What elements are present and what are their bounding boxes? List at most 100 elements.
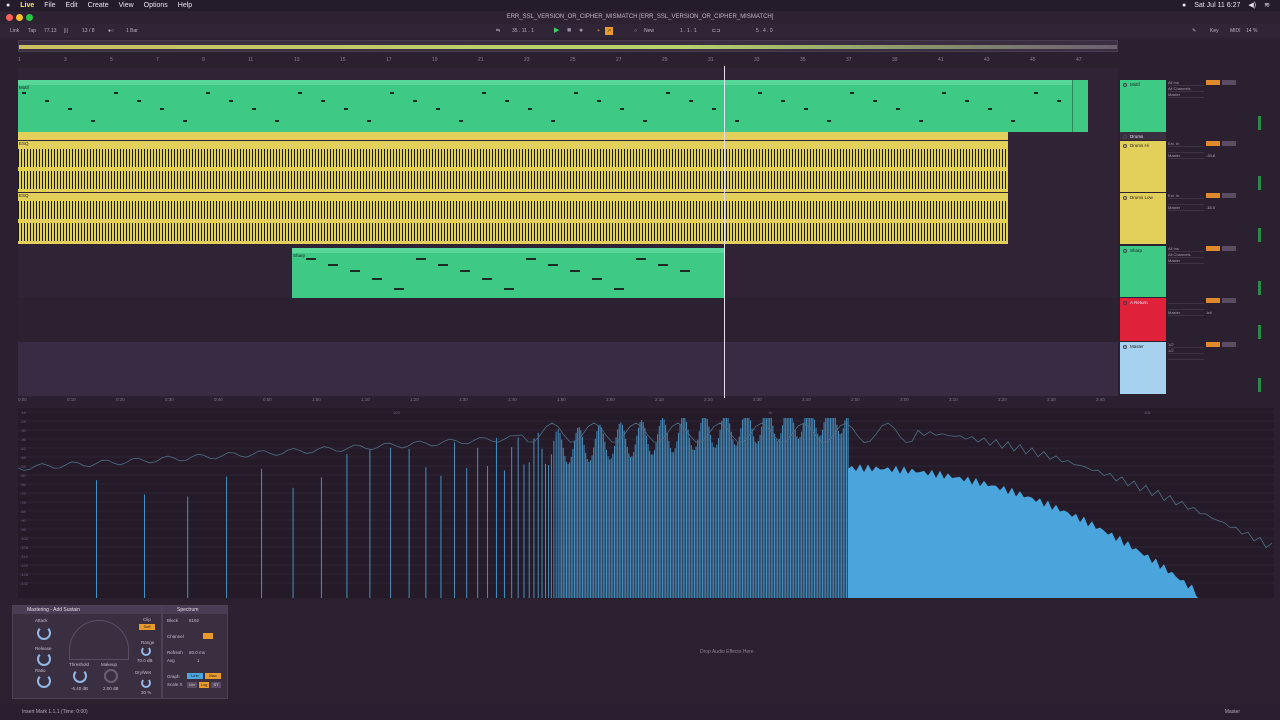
- track-name[interactable]: Master: [1130, 344, 1144, 349]
- zoom-window-icon[interactable]: [26, 14, 33, 21]
- range-knob[interactable]: [141, 646, 151, 656]
- track-name[interactable]: Drums: [1130, 134, 1143, 139]
- playhead[interactable]: [724, 66, 725, 398]
- loop-length-field[interactable]: 5 . 4 . 0: [756, 24, 773, 38]
- new-clip-icon[interactable]: ○: [634, 24, 637, 38]
- track-io-section[interactable]: All Ins All Channels Master: [1168, 246, 1204, 264]
- track-mixer-section[interactable]: [1206, 80, 1262, 86]
- avg-value[interactable]: 1: [197, 658, 200, 663]
- solo-button[interactable]: [1222, 298, 1236, 303]
- time-signature-field[interactable]: 13 / 8: [82, 24, 95, 38]
- overdub-button[interactable]: +: [597, 24, 600, 38]
- io-chooser[interactable]: Master: [1168, 92, 1204, 98]
- track-name[interactable]: A Return: [1130, 300, 1148, 305]
- track-mixer-section[interactable]: -15.0: [1206, 193, 1262, 210]
- tempo-field[interactable]: 77.13: [44, 24, 57, 38]
- track-mixer-section[interactable]: [1206, 246, 1262, 252]
- drop-effects-hint[interactable]: Drop Audio Effects Here: [700, 649, 754, 655]
- apple-icon[interactable]: ●: [6, 0, 10, 11]
- menu-view[interactable]: View: [119, 0, 134, 11]
- track-io-section[interactable]: Master: [1168, 298, 1204, 316]
- track-volume[interactable]: -15.0: [1206, 205, 1262, 210]
- clip-motif[interactable]: Motif: [18, 80, 1088, 132]
- graph-max-toggle[interactable]: Max: [205, 673, 221, 679]
- track-activator-icon[interactable]: [1123, 301, 1127, 305]
- new-button[interactable]: New: [644, 24, 654, 38]
- block-value[interactable]: 8192: [189, 618, 199, 623]
- io-chooser[interactable]: [1168, 354, 1204, 360]
- track-activator-icon[interactable]: [1123, 144, 1127, 148]
- track-header-drums-low[interactable]: Drums Low: [1120, 193, 1166, 244]
- channel-toggle[interactable]: [203, 633, 213, 639]
- clip-drums-low[interactable]: ESQ: [18, 193, 1008, 244]
- follow-icon[interactable]: ⇆: [496, 24, 500, 38]
- tap-button[interactable]: Tap: [28, 24, 36, 38]
- midi-map-button[interactable]: MIDI: [1230, 24, 1241, 38]
- track-name[interactable]: Sharp: [1130, 248, 1142, 253]
- glue-title[interactable]: Mastering - Add Sustain: [13, 606, 161, 614]
- track-number-button[interactable]: [1206, 298, 1220, 303]
- wifi-icon[interactable]: ≋: [1264, 0, 1270, 11]
- track-activator-icon[interactable]: [1123, 249, 1127, 253]
- scale-x-log[interactable]: Log: [199, 682, 209, 688]
- beat-time-ruler[interactable]: 1 3 5 7 9 11 13 15 17 19 21 23 25 27 29 31 33 35 37 39 41 43 4…: [18, 56, 1118, 66]
- automation-arm-icon[interactable]: ↗: [605, 27, 613, 35]
- arrangement-overview[interactable]: [18, 40, 1118, 52]
- track-mixer-section[interactable]: -inf: [1206, 298, 1262, 315]
- ratio-knob[interactable]: [37, 674, 51, 688]
- metronome-dot-icon[interactable]: ●○: [108, 24, 114, 38]
- key-map-button[interactable]: Key: [1210, 24, 1219, 38]
- track-number-button[interactable]: [1206, 246, 1220, 251]
- record-button[interactable]: ●: [579, 24, 583, 38]
- menu-live[interactable]: Live: [20, 0, 34, 11]
- track-header-sharp[interactable]: Sharp: [1120, 246, 1166, 297]
- lane-master[interactable]: [18, 342, 1118, 396]
- makeup-knob[interactable]: [104, 669, 118, 683]
- draw-mode-icon[interactable]: ✎: [1192, 24, 1196, 38]
- track-number-button[interactable]: [1206, 342, 1220, 347]
- track-number-button[interactable]: [1206, 141, 1220, 146]
- io-chooser[interactable]: Master: [1168, 310, 1204, 316]
- spectrum-device-title[interactable]: Spectrum: [163, 606, 227, 614]
- solo-button[interactable]: [1222, 246, 1236, 251]
- lane-return[interactable]: [18, 298, 1118, 342]
- menu-options[interactable]: Options: [144, 0, 168, 11]
- arrangement-position[interactable]: 35 . 11 . 1: [512, 24, 534, 38]
- link-button[interactable]: Link: [10, 24, 19, 38]
- menu-create[interactable]: Create: [88, 0, 109, 11]
- track-activator-icon[interactable]: [1123, 135, 1127, 139]
- track-header-drums-hi[interactable]: Drums Hi: [1120, 141, 1166, 192]
- track-io-section[interactable]: 1/2 1/2: [1168, 342, 1204, 360]
- threshold-knob[interactable]: [73, 669, 87, 683]
- control-center-icon[interactable]: ●: [1182, 0, 1186, 11]
- play-button[interactable]: ▶: [554, 24, 559, 38]
- volume-icon[interactable]: ◀): [1248, 0, 1256, 11]
- solo-button[interactable]: [1222, 342, 1236, 347]
- clip-sharp[interactable]: Sharp: [292, 248, 724, 298]
- release-knob[interactable]: [37, 652, 51, 666]
- track-io-section[interactable]: All Ins All Channels Master: [1168, 80, 1204, 98]
- track-io-section[interactable]: Ext. In Master: [1168, 193, 1204, 211]
- solo-button[interactable]: [1222, 80, 1236, 85]
- scale-x-lin[interactable]: Lin: [187, 682, 197, 688]
- stop-button[interactable]: ■: [567, 24, 571, 38]
- track-header-motif[interactable]: Motif: [1120, 80, 1166, 132]
- close-window-icon[interactable]: [6, 14, 13, 21]
- io-chooser[interactable]: Master: [1168, 205, 1204, 211]
- metronome-icon[interactable]: |||: [64, 24, 68, 38]
- soft-clip-toggle[interactable]: Soft: [139, 624, 155, 630]
- track-volume[interactable]: -inf: [1206, 310, 1262, 315]
- menu-help[interactable]: Help: [178, 0, 192, 11]
- track-header-drums[interactable]: Drums: [1120, 132, 1166, 140]
- track-activator-icon[interactable]: [1123, 196, 1127, 200]
- status-track[interactable]: Master: [1225, 704, 1240, 720]
- track-header-a-return[interactable]: A Return: [1120, 298, 1166, 341]
- drywet-knob[interactable]: [141, 678, 151, 688]
- scale-x-st[interactable]: ST: [211, 682, 221, 688]
- solo-button[interactable]: [1222, 141, 1236, 146]
- graph-line-toggle[interactable]: Line: [187, 673, 203, 679]
- track-name[interactable]: Drums Low: [1130, 195, 1153, 200]
- attack-knob[interactable]: [37, 626, 51, 640]
- clip-drums-hi[interactable]: ESQ: [18, 141, 1008, 192]
- menu-edit[interactable]: Edit: [66, 0, 78, 11]
